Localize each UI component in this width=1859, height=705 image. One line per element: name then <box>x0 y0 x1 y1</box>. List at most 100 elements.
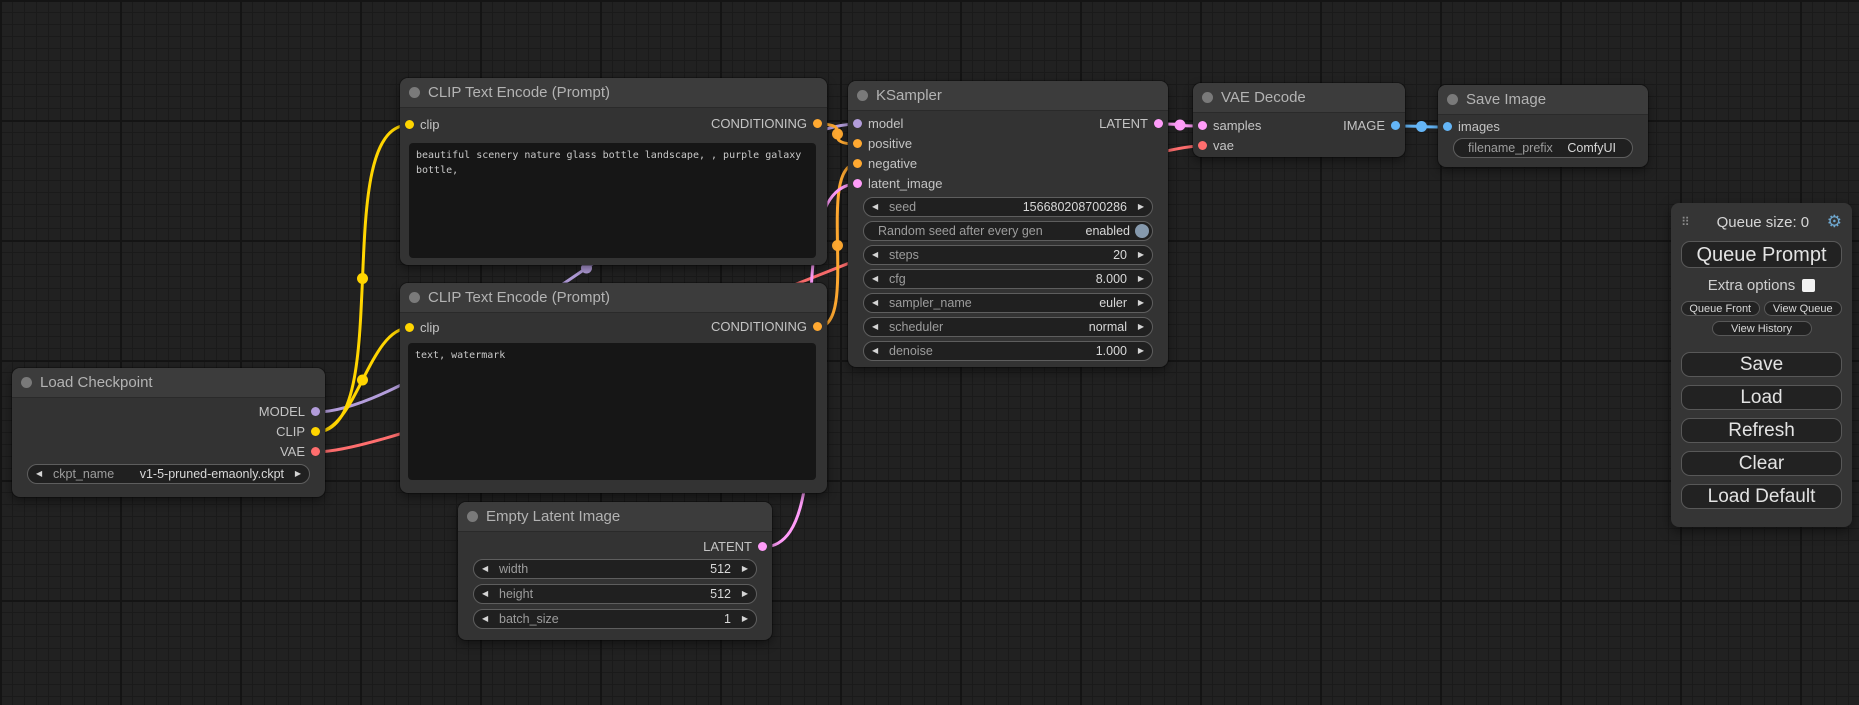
node-load-checkpoint[interactable]: Load CheckpointMODELCLIPVAE◀ckpt_namev1-… <box>12 368 325 497</box>
collapse-dot-icon[interactable] <box>1202 92 1213 103</box>
extra-options-checkbox[interactable] <box>1802 279 1815 292</box>
output-port-LATENT[interactable] <box>1154 119 1163 128</box>
node-title: CLIP Text Encode (Prompt) <box>428 283 610 312</box>
decrement-arrow-icon[interactable]: ◀ <box>872 270 878 288</box>
decrement-arrow-icon[interactable]: ◀ <box>872 294 878 312</box>
wire-midpoint-dot-image-to-save <box>1416 121 1427 132</box>
widget-width[interactable]: ◀width512▶ <box>473 559 757 579</box>
increment-arrow-icon[interactable]: ▶ <box>1138 318 1144 336</box>
view-queue-button[interactable]: View Queue <box>1764 301 1843 316</box>
save-button[interactable]: Save <box>1681 352 1842 377</box>
node-title-bar[interactable]: CLIP Text Encode (Prompt) <box>400 283 827 313</box>
increment-arrow-icon[interactable]: ▶ <box>1138 294 1144 312</box>
increment-arrow-icon[interactable]: ▶ <box>1138 246 1144 264</box>
input-port-latent_image[interactable] <box>853 179 862 188</box>
queue-front-button[interactable]: Queue Front <box>1681 301 1760 316</box>
clear-button[interactable]: Clear <box>1681 451 1842 476</box>
output-slot-LATENT: LATENT <box>458 537 772 557</box>
node-save-image[interactable]: Save Imageimagesfilename_prefixComfyUI <box>1438 85 1648 167</box>
decrement-arrow-icon[interactable]: ◀ <box>872 246 878 264</box>
increment-arrow-icon[interactable]: ▶ <box>1138 198 1144 216</box>
node-title-bar[interactable]: Load Checkpoint <box>12 368 325 398</box>
collapse-dot-icon[interactable] <box>467 511 478 522</box>
input-port-negative[interactable] <box>853 159 862 168</box>
node-canvas[interactable]: Load CheckpointMODELCLIPVAE◀ckpt_namev1-… <box>0 0 1859 705</box>
widget-batch_size[interactable]: ◀batch_size1▶ <box>473 609 757 629</box>
decrement-arrow-icon[interactable]: ◀ <box>872 318 878 336</box>
output-port-CONDITIONING[interactable] <box>813 119 822 128</box>
collapse-dot-icon[interactable] <box>857 90 868 101</box>
increment-arrow-icon[interactable]: ▶ <box>742 585 748 603</box>
wire-midpoint-dot-clip-to-positive <box>357 273 368 284</box>
input-label-images: images <box>1458 117 1500 137</box>
decrement-arrow-icon[interactable]: ◀ <box>872 342 878 360</box>
toggle-knob[interactable] <box>1135 224 1149 238</box>
view-history-button[interactable]: View History <box>1712 321 1812 336</box>
widget-steps[interactable]: ◀steps20▶ <box>863 245 1153 265</box>
output-port-MODEL[interactable] <box>311 407 320 416</box>
queue-panel: ⠿ Queue size: 0 ⚙ Queue Prompt Extra opt… <box>1671 203 1852 527</box>
widget-ckpt_name[interactable]: ◀ckpt_namev1-5-pruned-emaonly.ckpt▶ <box>27 464 310 484</box>
output-port-IMAGE[interactable] <box>1391 121 1400 130</box>
drag-handle-icon[interactable]: ⠿ <box>1681 215 1699 229</box>
widget-cfg[interactable]: ◀cfg8.000▶ <box>863 269 1153 289</box>
node-empty-latent-image[interactable]: Empty Latent ImageLATENT◀width512▶◀heigh… <box>458 502 772 640</box>
increment-arrow-icon[interactable]: ▶ <box>295 465 301 483</box>
refresh-button[interactable]: Refresh <box>1681 418 1842 443</box>
widget-value: 512 <box>710 560 731 578</box>
output-label-CONDITIONING: CONDITIONING <box>711 114 807 134</box>
input-port-positive[interactable] <box>853 139 862 148</box>
increment-arrow-icon[interactable]: ▶ <box>742 610 748 628</box>
output-slot-IMAGE: IMAGE <box>1193 116 1405 136</box>
decrement-arrow-icon[interactable]: ◀ <box>36 465 42 483</box>
input-label-negative: negative <box>868 154 917 174</box>
collapse-dot-icon[interactable] <box>1447 94 1458 105</box>
load-default-button[interactable]: Load Default <box>1681 484 1842 509</box>
increment-arrow-icon[interactable]: ▶ <box>1138 270 1144 288</box>
node-title: CLIP Text Encode (Prompt) <box>428 78 610 107</box>
input-port-vae[interactable] <box>1198 141 1207 150</box>
collapse-dot-icon[interactable] <box>409 292 420 303</box>
output-port-VAE[interactable] <box>311 447 320 456</box>
node-title: VAE Decode <box>1221 83 1306 112</box>
widget-scheduler[interactable]: ◀schedulernormal▶ <box>863 317 1153 337</box>
queue-prompt-button[interactable]: Queue Prompt <box>1681 241 1842 268</box>
increment-arrow-icon[interactable]: ▶ <box>742 560 748 578</box>
decrement-arrow-icon[interactable]: ◀ <box>872 198 878 216</box>
widget-filename_prefix[interactable]: filename_prefixComfyUI <box>1453 138 1633 158</box>
prompt-textarea[interactable]: beautiful scenery nature glass bottle la… <box>409 143 816 258</box>
increment-arrow-icon[interactable]: ▶ <box>1138 342 1144 360</box>
node-title-bar[interactable]: CLIP Text Encode (Prompt) <box>400 78 827 108</box>
node-title-bar[interactable]: Save Image <box>1438 85 1648 115</box>
collapse-dot-icon[interactable] <box>409 87 420 98</box>
widget-label: denoise <box>889 342 933 360</box>
input-port-images[interactable] <box>1443 122 1452 131</box>
settings-gear-icon[interactable]: ⚙ <box>1827 213 1842 231</box>
node-title-bar[interactable]: VAE Decode <box>1193 83 1405 113</box>
node-ksampler[interactable]: KSamplermodelpositivenegativelatent_imag… <box>848 81 1168 367</box>
wire-midpoint-dot-cond-positive <box>832 129 843 140</box>
prompt-textarea[interactable]: text, watermark <box>408 343 816 480</box>
output-port-LATENT[interactable] <box>758 542 767 551</box>
queue-panel-header: ⠿ Queue size: 0 ⚙ <box>1681 212 1842 232</box>
widget-random-seed-after-every-gen[interactable]: Random seed after every genenabled <box>863 221 1153 241</box>
widget-denoise[interactable]: ◀denoise1.000▶ <box>863 341 1153 361</box>
load-button[interactable]: Load <box>1681 385 1842 410</box>
node-clip-text-encode-negative[interactable]: CLIP Text Encode (Prompt)clipCONDITIONIN… <box>400 283 827 493</box>
decrement-arrow-icon[interactable]: ◀ <box>482 560 488 578</box>
widget-value: 156680208700286 <box>1023 198 1127 216</box>
widget-value: 20 <box>1113 246 1127 264</box>
decrement-arrow-icon[interactable]: ◀ <box>482 610 488 628</box>
node-title-bar[interactable]: KSampler <box>848 81 1168 111</box>
widget-seed[interactable]: ◀seed156680208700286▶ <box>863 197 1153 217</box>
widget-sampler_name[interactable]: ◀sampler_nameeuler▶ <box>863 293 1153 313</box>
collapse-dot-icon[interactable] <box>21 377 32 388</box>
wire-midpoint-dot-cond-negative <box>832 240 843 251</box>
node-title-bar[interactable]: Empty Latent Image <box>458 502 772 532</box>
output-port-CLIP[interactable] <box>311 427 320 436</box>
widget-height[interactable]: ◀height512▶ <box>473 584 757 604</box>
output-port-CONDITIONING[interactable] <box>813 322 822 331</box>
node-clip-text-encode-positive[interactable]: CLIP Text Encode (Prompt)clipCONDITIONIN… <box>400 78 827 265</box>
node-vae-decode[interactable]: VAE DecodesamplesvaeIMAGE <box>1193 83 1405 157</box>
decrement-arrow-icon[interactable]: ◀ <box>482 585 488 603</box>
